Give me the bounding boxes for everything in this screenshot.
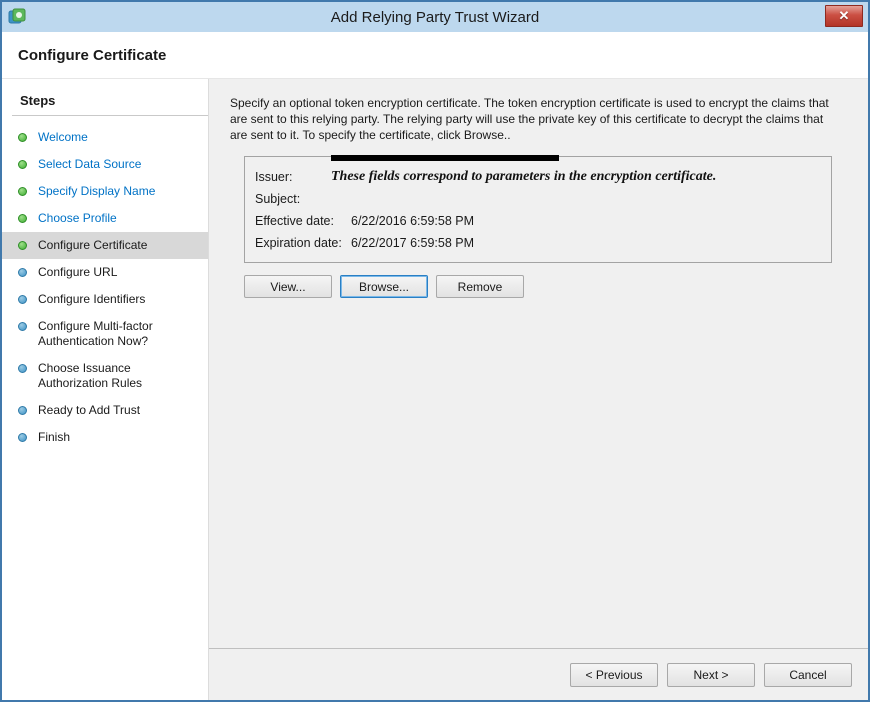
step-ready-to-add-trust: Ready to Add Trust xyxy=(2,397,208,424)
step-choose-profile[interactable]: Choose Profile xyxy=(2,205,208,232)
certificate-details-box: These fields correspond to parameters in… xyxy=(244,156,832,263)
description-text: Specify an optional token encryption cer… xyxy=(230,95,838,143)
previous-button[interactable]: < Previous xyxy=(570,663,658,687)
page-header: Configure Certificate xyxy=(2,32,868,79)
certificate-field-row: Expiration date: 6/22/2017 6:59:58 PM xyxy=(255,232,821,254)
wizard-window: Add Relying Party Trust Wizard ✕ Configu… xyxy=(0,0,870,702)
certificate-field-row: Effective date: 6/22/2016 6:59:58 PM xyxy=(255,210,821,232)
steps-sidebar: Steps Welcome Select Data Source Specify… xyxy=(2,79,208,700)
step-status-icon xyxy=(18,187,27,196)
next-button[interactable]: Next > xyxy=(667,663,755,687)
view-button[interactable]: View... xyxy=(244,275,332,298)
content-body: Specify an optional token encryption cer… xyxy=(209,79,868,648)
certificate-buttons: View... Browse... Remove xyxy=(244,275,848,298)
step-configure-identifiers: Configure Identifiers xyxy=(2,286,208,313)
redaction-bar xyxy=(331,155,559,161)
step-status-icon xyxy=(18,406,27,415)
main-area: Steps Welcome Select Data Source Specify… xyxy=(2,79,868,700)
annotation-text: These fields correspond to parameters in… xyxy=(331,169,811,185)
steps-divider xyxy=(12,115,208,116)
step-status-icon xyxy=(18,295,27,304)
step-status-icon xyxy=(18,322,27,331)
step-status-icon xyxy=(18,241,27,250)
title-bar: Add Relying Party Trust Wizard ✕ xyxy=(2,2,868,32)
step-select-data-source[interactable]: Select Data Source xyxy=(2,151,208,178)
cancel-button[interactable]: Cancel xyxy=(764,663,852,687)
step-welcome[interactable]: Welcome xyxy=(2,124,208,151)
field-value-effective-date: 6/22/2016 6:59:58 PM xyxy=(351,214,474,228)
remove-button[interactable]: Remove xyxy=(436,275,524,298)
certificate-field-row: Subject: xyxy=(255,188,821,210)
app-icon xyxy=(8,8,26,26)
field-label-expiration-date: Expiration date: xyxy=(255,236,351,250)
step-status-icon xyxy=(18,160,27,169)
browse-button[interactable]: Browse... xyxy=(340,275,428,298)
step-choose-issuance-rules: Choose Issuance Authorization Rules xyxy=(2,355,208,397)
step-specify-display-name[interactable]: Specify Display Name xyxy=(2,178,208,205)
page-title: Configure Certificate xyxy=(18,47,166,64)
field-value-expiration-date: 6/22/2017 6:59:58 PM xyxy=(351,236,474,250)
step-configure-mfa: Configure Multi-factor Authentication No… xyxy=(2,313,208,355)
steps-title: Steps xyxy=(2,89,208,115)
step-status-icon xyxy=(18,268,27,277)
step-status-icon xyxy=(18,133,27,142)
close-button[interactable]: ✕ xyxy=(825,5,863,27)
step-status-icon xyxy=(18,364,27,373)
step-status-icon xyxy=(18,214,27,223)
content-pane: Specify an optional token encryption cer… xyxy=(208,79,868,700)
steps-list: Welcome Select Data Source Specify Displ… xyxy=(2,124,208,451)
window-title: Add Relying Party Trust Wizard xyxy=(2,2,868,32)
step-finish: Finish xyxy=(2,424,208,451)
step-configure-certificate: Configure Certificate xyxy=(2,232,208,259)
step-configure-url: Configure URL xyxy=(2,259,208,286)
step-status-icon xyxy=(18,433,27,442)
field-label-effective-date: Effective date: xyxy=(255,214,351,228)
footer-bar: < Previous Next > Cancel xyxy=(209,648,868,700)
field-label-subject: Subject: xyxy=(255,192,351,206)
